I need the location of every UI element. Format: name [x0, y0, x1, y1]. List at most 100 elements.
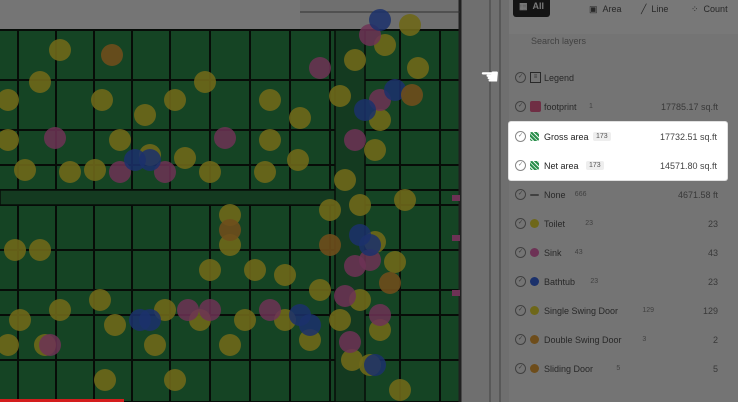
- exterior-door-symbol: [452, 195, 460, 201]
- layer-total-value: 4671.58 ft: [677, 189, 718, 200]
- layer-total-value: 17785.17 sq.ft: [660, 101, 718, 112]
- sink-marker: [199, 299, 221, 321]
- layer-total-value: 2: [712, 334, 718, 345]
- floor-plan-drawing: [0, 0, 509, 402]
- toilet-marker: [49, 299, 71, 321]
- toilet-marker: [329, 309, 351, 331]
- toilet-marker: [84, 159, 106, 181]
- toilet-marker: [89, 289, 111, 311]
- layer-row[interactable]: ✓ Sink 43 43: [509, 238, 738, 267]
- layer-row[interactable]: ✓ Double Swing Door 3 2: [509, 325, 738, 354]
- legend-icon: ≡: [530, 72, 541, 83]
- toilet-marker: [234, 309, 256, 331]
- layer-row[interactable]: ✓ Net area 173 14571.80 sq.ft: [509, 151, 727, 180]
- toilet-marker: [274, 264, 296, 286]
- visibility-check-icon[interactable]: ✓: [515, 305, 526, 316]
- tab-count[interactable]: ⁘ Count: [685, 0, 734, 18]
- toilet-marker: [9, 309, 31, 331]
- visibility-check-icon[interactable]: ✓: [515, 363, 526, 374]
- toilet-marker: [174, 147, 196, 169]
- layer-row[interactable]: ✓ Single Swing Door 129 129: [509, 296, 738, 325]
- layer-total-value: 23: [707, 276, 718, 287]
- search-layers-input[interactable]: Search layers: [531, 36, 586, 46]
- visibility-check-icon[interactable]: ✓: [515, 131, 526, 142]
- door-marker: [219, 219, 241, 241]
- layer-count-badge: 666: [574, 191, 587, 198]
- bathtub-marker: [359, 234, 381, 256]
- bathtub-marker: [369, 9, 391, 31]
- count-dot-icon: [530, 306, 539, 315]
- layer-name: Single Swing Door: [544, 305, 619, 316]
- floor-plan-canvas[interactable]: [0, 0, 509, 402]
- layer-total-value: 14571.80 sq.ft: [659, 160, 717, 171]
- visibility-check-icon[interactable]: ✓: [515, 101, 526, 112]
- toilet-marker: [384, 251, 406, 273]
- layer-count-badge: 173: [593, 132, 611, 141]
- layer-row[interactable]: ✓ None 666 4671.58 ft: [509, 180, 738, 209]
- exterior-door-symbol: [452, 290, 460, 296]
- layer-total-value: 23: [707, 218, 718, 229]
- sink-marker: [214, 127, 236, 149]
- visibility-check-icon[interactable]: ✓: [515, 160, 526, 171]
- sink-marker: [309, 57, 331, 79]
- toilet-marker: [59, 161, 81, 183]
- bathtub-marker: [354, 99, 376, 121]
- toilet-marker: [309, 279, 331, 301]
- sink-marker: [339, 331, 361, 353]
- sink-marker: [334, 285, 356, 307]
- toilet-marker: [199, 161, 221, 183]
- visibility-check-icon[interactable]: ✓: [515, 72, 526, 83]
- toilet-marker: [94, 369, 116, 391]
- layer-count-badge: 129: [642, 307, 655, 314]
- toilet-marker: [164, 89, 186, 111]
- layer-count-badge: 3: [642, 336, 647, 343]
- toilet-marker: [109, 129, 131, 151]
- door-marker: [379, 272, 401, 294]
- count-dot-icon: [530, 335, 539, 344]
- toilet-marker: [289, 107, 311, 129]
- toilet-marker: [194, 71, 216, 93]
- visibility-check-icon[interactable]: ✓: [515, 247, 526, 258]
- layer-name: Double Swing Door: [544, 334, 622, 345]
- door-marker: [101, 44, 123, 66]
- count-icon: ⁘: [691, 4, 699, 14]
- layer-row[interactable]: ✓ Bathtub 23 23: [509, 267, 738, 296]
- layer-count-badge: 173: [586, 161, 604, 170]
- layer-count-badge: 1: [589, 103, 593, 110]
- visibility-check-icon[interactable]: ✓: [515, 334, 526, 345]
- layer-name: Sliding Door: [544, 363, 594, 374]
- toilet-marker: [394, 189, 416, 211]
- line-icon: ╱: [641, 4, 647, 14]
- layer-row[interactable]: ✓ Gross area 173 17732.51 sq.ft: [509, 122, 727, 151]
- area-icon: ▣: [589, 4, 598, 14]
- toilet-marker: [399, 14, 421, 36]
- visibility-check-icon[interactable]: ✓: [515, 218, 526, 229]
- area-swatch-icon: [530, 132, 539, 141]
- layer-name: Bathtub: [544, 276, 576, 287]
- layer-row[interactable]: ✓ footprint 1 17785.17 sq.ft: [509, 92, 738, 121]
- grid-icon: ▦: [519, 1, 528, 11]
- layer-row[interactable]: ✓ Toilet 23 23: [509, 209, 738, 238]
- visibility-check-icon[interactable]: ✓: [515, 189, 526, 200]
- toilet-marker: [219, 334, 241, 356]
- toilet-marker: [29, 71, 51, 93]
- toilet-marker: [4, 239, 26, 261]
- layer-count-badge: 43: [574, 249, 583, 256]
- tab-area[interactable]: ▣ Area: [583, 0, 628, 18]
- toilet-marker: [344, 49, 366, 71]
- tab-all[interactable]: ▦ All: [513, 0, 551, 17]
- door-marker: [401, 84, 423, 106]
- tab-line[interactable]: ╱ Line: [635, 0, 674, 18]
- layer-row[interactable]: ✓ Sliding Door 5 5: [509, 354, 738, 383]
- toilet-marker: [319, 199, 341, 221]
- toilet-marker: [199, 259, 221, 281]
- toilet-marker: [91, 89, 113, 111]
- sink-marker: [39, 334, 61, 356]
- sink-marker: [369, 304, 391, 326]
- toilet-marker: [349, 194, 371, 216]
- sink-marker: [344, 129, 366, 151]
- visibility-check-icon[interactable]: ✓: [515, 276, 526, 287]
- toilet-marker: [259, 89, 281, 111]
- layer-row[interactable]: ✓ ≡ Legend: [509, 63, 738, 92]
- layer-name: Gross area: [544, 131, 589, 142]
